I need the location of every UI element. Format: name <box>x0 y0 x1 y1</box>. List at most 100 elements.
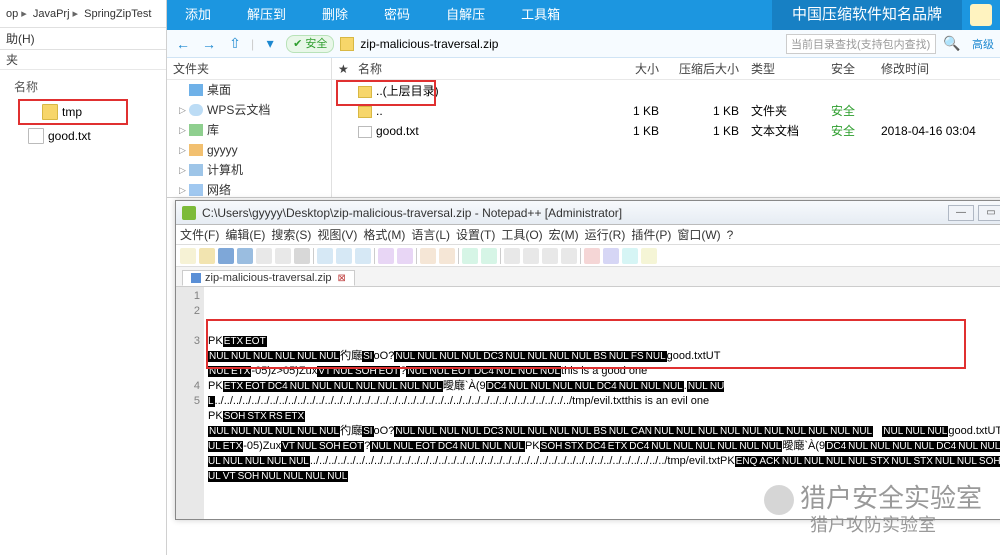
toolbar-selfextract[interactable]: 自解压 <box>428 0 503 30</box>
promo-icon[interactable] <box>970 4 992 26</box>
col-star[interactable]: ★ <box>332 58 352 79</box>
col-csize[interactable]: 压缩后大小 <box>665 58 745 79</box>
menu-macro[interactable]: 宏(M) <box>549 226 579 243</box>
crumb-part[interactable]: SpringZipTest <box>84 8 151 20</box>
save-icon[interactable] <box>218 248 234 264</box>
menu-search[interactable]: 搜索(S) <box>271 226 311 243</box>
search-input[interactable]: 当前目录查找(支持包内查找) <box>786 34 936 54</box>
stop-icon[interactable] <box>622 248 638 264</box>
tree-lib[interactable]: ▷库 <box>167 120 331 140</box>
menu-window[interactable]: 窗口(W) <box>677 226 720 243</box>
tree-computer[interactable]: ▷计算机 <box>167 160 331 180</box>
tree-wps[interactable]: ▷WPS云文档 <box>167 100 331 120</box>
menu-help[interactable]: ? <box>727 228 734 242</box>
menu-lang[interactable]: 语言(L) <box>411 226 450 243</box>
col-size[interactable]: 大小 <box>595 58 665 79</box>
indent-icon[interactable] <box>542 248 558 264</box>
toolbar-toolbox[interactable]: 工具箱 <box>503 0 578 30</box>
undo-icon[interactable] <box>378 248 394 264</box>
zip-icon <box>340 37 354 51</box>
folder-item-tmp[interactable]: tmp <box>20 101 126 123</box>
computer-icon <box>189 164 203 176</box>
col-type[interactable]: 类型 <box>745 58 825 79</box>
new-icon[interactable] <box>180 248 196 264</box>
folder-icon <box>42 104 58 120</box>
file-icon <box>28 128 44 144</box>
archive-navbar: ← → ⇧ | ▾ ✔ 安全 zip-malicious-traversal.z… <box>167 30 1000 58</box>
playmulti-icon[interactable] <box>641 248 657 264</box>
menu-format[interactable]: 格式(M) <box>363 226 405 243</box>
cut-icon[interactable] <box>317 248 333 264</box>
menu-file[interactable]: 文件(F) <box>180 226 219 243</box>
menu-tools[interactable]: 工具(O) <box>501 226 542 243</box>
nav-up-icon[interactable]: ⇧ <box>225 35 245 53</box>
toolbar-delete[interactable]: 删除 <box>304 0 366 30</box>
print-icon[interactable] <box>294 248 310 264</box>
titlebar[interactable]: C:\Users\gyyyy\Desktop\zip-malicious-tra… <box>176 201 1000 225</box>
toolbar-password[interactable]: 密码 <box>366 0 428 30</box>
menu-view[interactable]: 视图(V) <box>317 226 357 243</box>
open-icon[interactable] <box>199 248 215 264</box>
toolbar-extract[interactable]: 解压到 <box>229 0 304 30</box>
tab-file[interactable]: zip-malicious-traversal.zip ⊠ <box>182 270 355 286</box>
zoomout-icon[interactable] <box>481 248 497 264</box>
maximize-button[interactable]: ▭ <box>978 205 1000 221</box>
paste-icon[interactable] <box>355 248 371 264</box>
side-header: 夹 <box>0 50 166 70</box>
crumb-part[interactable]: op <box>6 8 18 20</box>
tree-desktop[interactable]: 桌面 <box>167 80 331 100</box>
address-path[interactable]: zip-malicious-traversal.zip <box>360 37 780 51</box>
redo-icon[interactable] <box>397 248 413 264</box>
tree-network[interactable]: ▷网络 <box>167 180 331 200</box>
nav-dropdown-icon[interactable]: ▾ <box>260 35 280 53</box>
file-icon <box>358 126 372 138</box>
file-list: ★ 名称 大小 压缩后大小 类型 安全 修改时间 ..(上层目录) .. 1 K… <box>332 58 1000 197</box>
col-safe[interactable]: 安全 <box>825 58 875 79</box>
column-headers: ★ 名称 大小 压缩后大小 类型 安全 修改时间 <box>332 58 1000 80</box>
notepadpp-window: C:\Users\gyyyy\Desktop\zip-malicious-tra… <box>175 200 1000 520</box>
col-name[interactable]: 名称 <box>352 58 595 79</box>
play-icon[interactable] <box>603 248 619 264</box>
saveall-icon[interactable] <box>237 248 253 264</box>
wechat-icon <box>764 485 794 515</box>
brand-banner: 中国压缩软件知名品牌 <box>772 0 962 30</box>
explorer-left-panel: op▸ JavaPrj▸ SpringZipTest 助(H) 夹 名称 tmp… <box>0 0 167 555</box>
nav-back-icon[interactable]: ← <box>173 35 193 53</box>
name-column-label: 名称 <box>0 70 166 99</box>
app-icon <box>182 206 196 220</box>
record-icon[interactable] <box>584 248 600 264</box>
tab-close-icon[interactable]: ⊠ <box>338 273 346 284</box>
tab-bar: zip-malicious-traversal.zip ⊠ <box>176 267 1000 287</box>
help-menu[interactable]: 助(H) <box>0 28 166 50</box>
tree-header: 文件夹 <box>167 58 331 80</box>
folding-icon[interactable] <box>561 248 577 264</box>
crumb-part[interactable]: JavaPrj <box>33 8 70 20</box>
file-item-good[interactable]: good.txt <box>0 125 166 147</box>
menu-plugins[interactable]: 插件(P) <box>631 226 671 243</box>
menu-edit[interactable]: 编辑(E) <box>225 226 265 243</box>
minimize-button[interactable]: — <box>948 205 974 221</box>
highlight-box: tmp <box>18 99 128 125</box>
tab-label: zip-malicious-traversal.zip <box>205 272 332 284</box>
network-icon <box>189 184 203 196</box>
copy-icon[interactable] <box>336 248 352 264</box>
showchars-icon[interactable] <box>523 248 539 264</box>
tree-user[interactable]: ▷gyyyy <box>167 140 331 160</box>
zoomin-icon[interactable] <box>462 248 478 264</box>
breadcrumb[interactable]: op▸ JavaPrj▸ SpringZipTest <box>0 0 166 28</box>
menu-settings[interactable]: 设置(T) <box>456 226 495 243</box>
watermark: 猎户安全实验室 猎户攻防实验室 <box>764 483 982 537</box>
table-row[interactable]: good.txt 1 KB1 KB 文本文档安全2018-04-16 03:04 <box>332 120 1000 140</box>
advanced-link[interactable]: 高级 <box>968 36 994 52</box>
closeall-icon[interactable] <box>275 248 291 264</box>
wordwrap-icon[interactable] <box>504 248 520 264</box>
replace-icon[interactable] <box>439 248 455 264</box>
close-icon[interactable] <box>256 248 272 264</box>
menu-run[interactable]: 运行(R) <box>585 226 626 243</box>
list-item-label: tmp <box>62 101 82 123</box>
nav-fwd-icon[interactable]: → <box>199 35 219 53</box>
search-icon[interactable]: 🔍 <box>942 35 962 53</box>
find-icon[interactable] <box>420 248 436 264</box>
col-time[interactable]: 修改时间 <box>875 58 1000 79</box>
toolbar-add[interactable]: 添加 <box>167 0 229 30</box>
